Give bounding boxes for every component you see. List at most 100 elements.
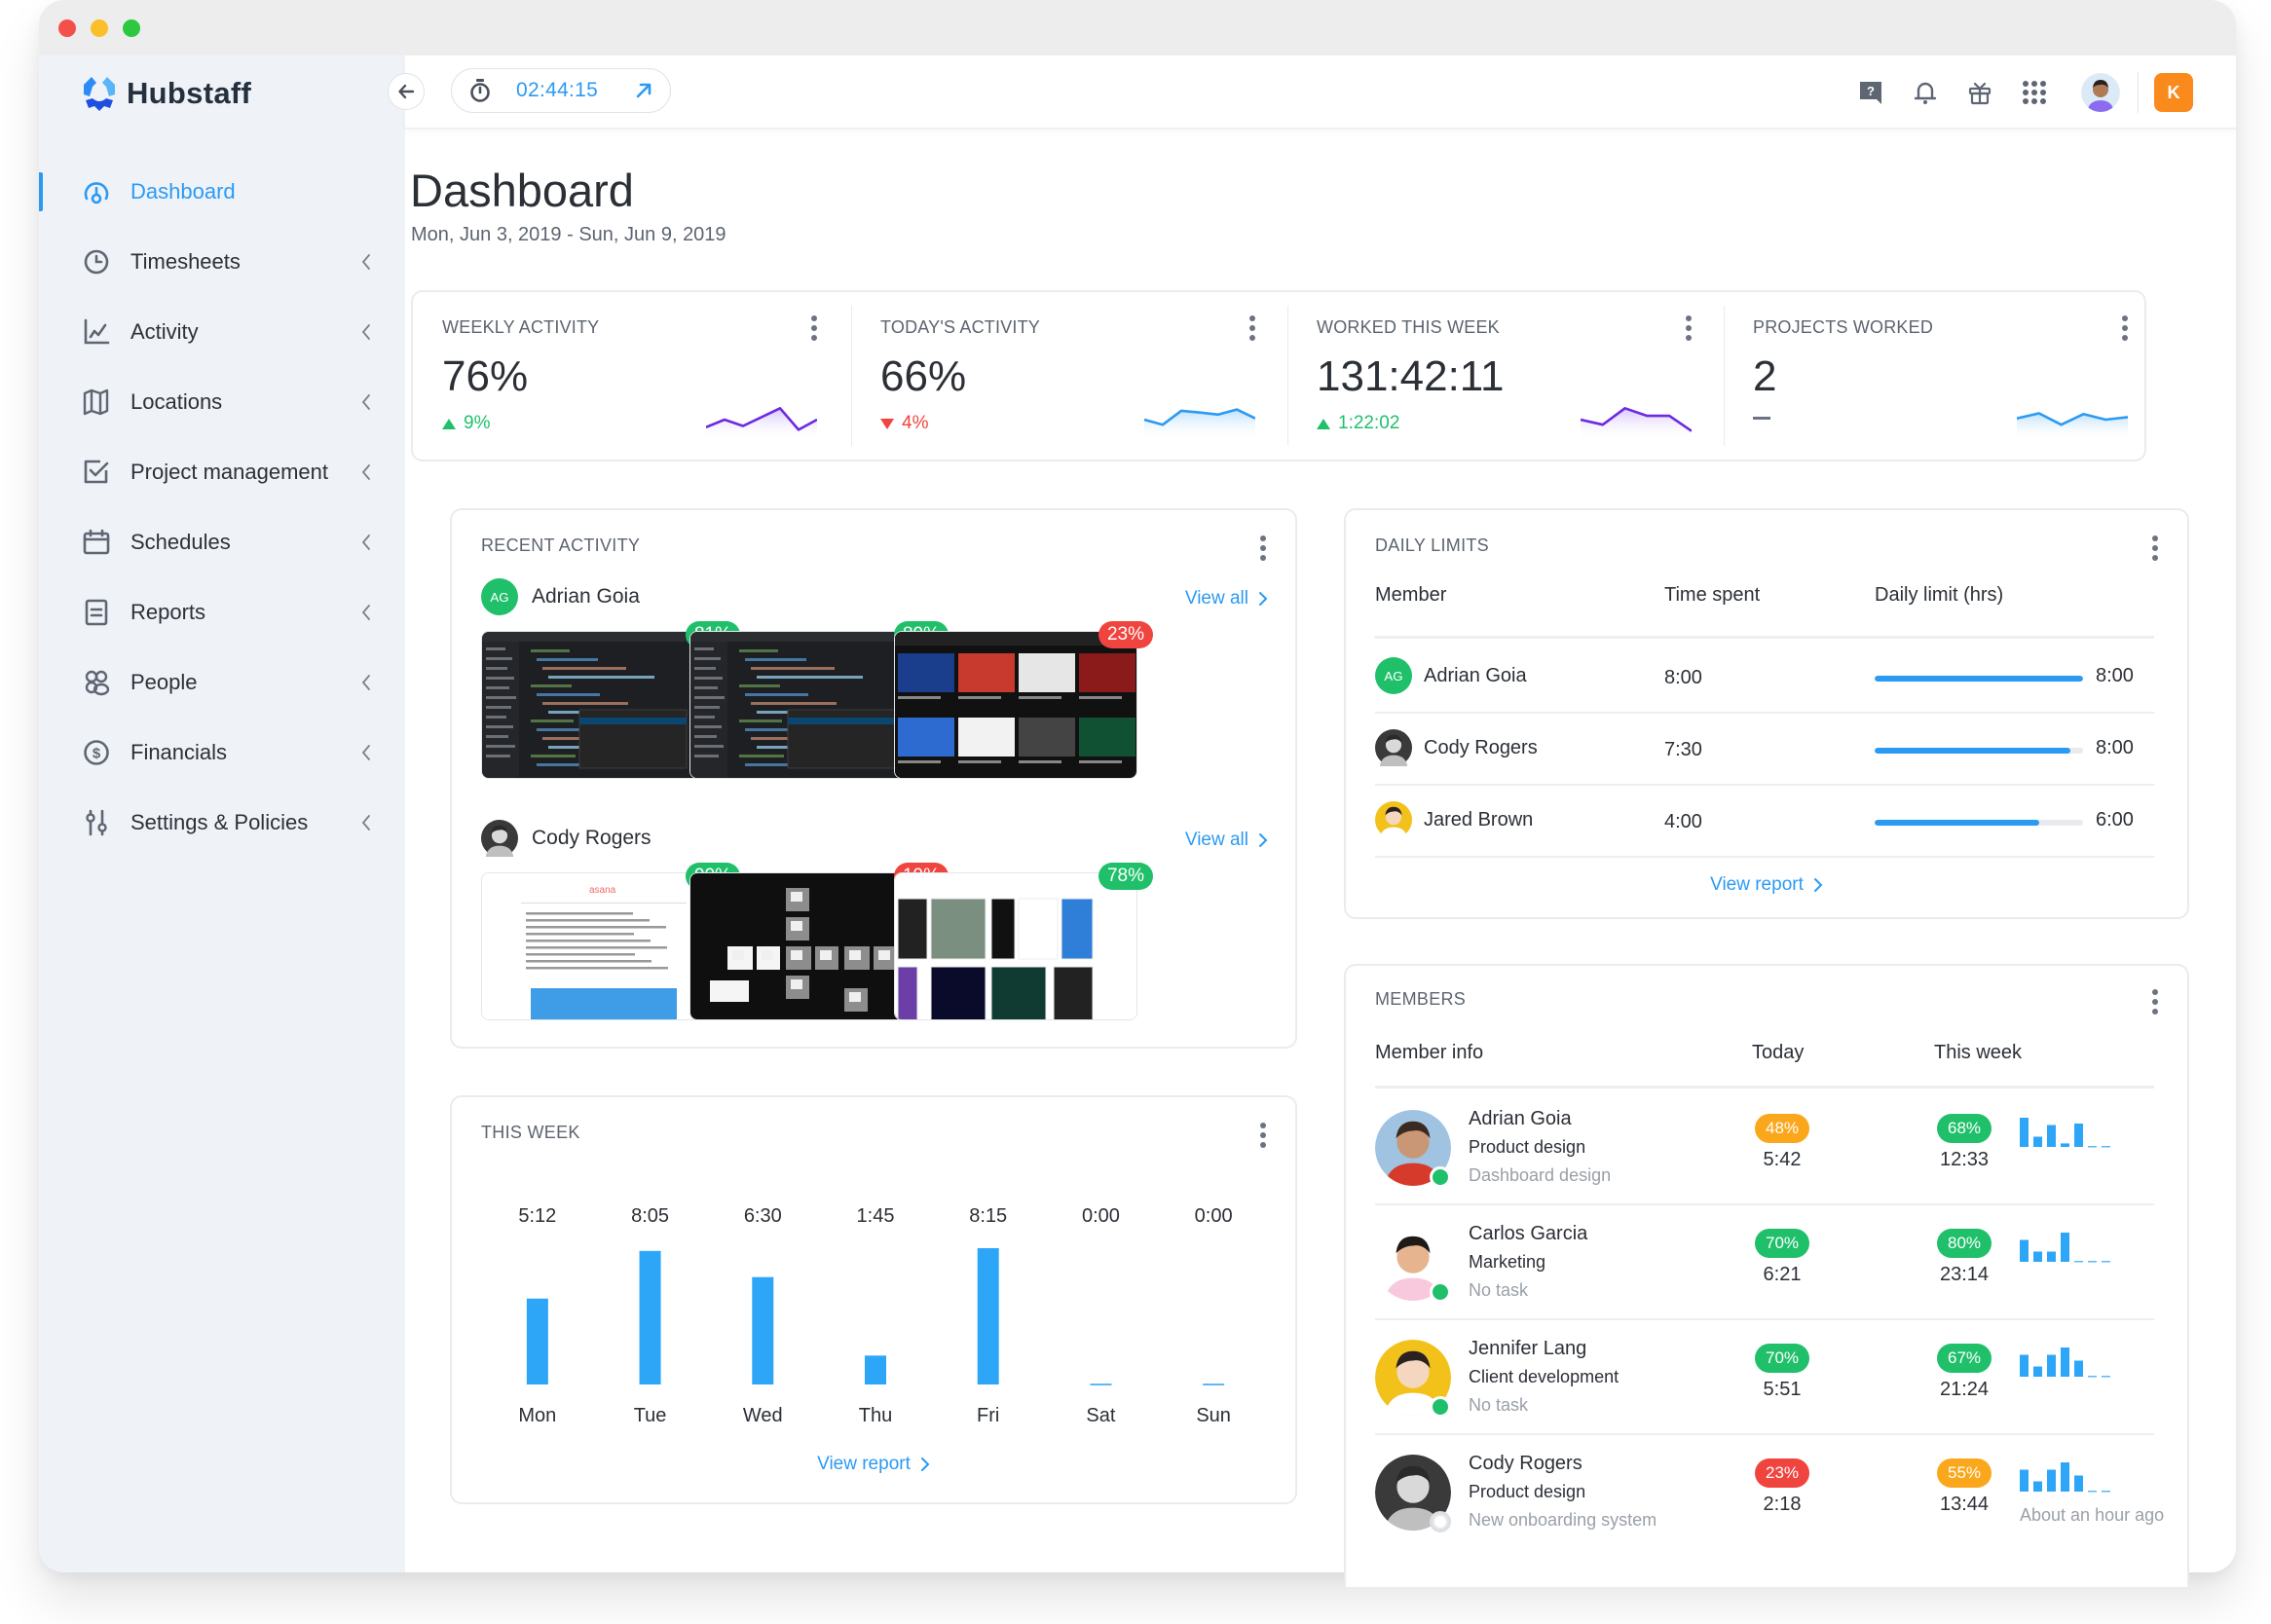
stat-label: PROJECTS WORKED xyxy=(1753,317,1934,337)
stat-label: TODAY'S ACTIVITY xyxy=(880,317,1041,337)
column-header-member-info: Member info xyxy=(1375,1042,1484,1063)
user-name: Cody Rogers xyxy=(532,827,652,849)
sidebar-item-timesheets[interactable]: Timesheets xyxy=(39,227,405,297)
notifications-button[interactable] xyxy=(1898,65,1953,120)
recent-activity-user[interactable]: Cody Rogers xyxy=(481,820,652,857)
member-row[interactable]: Adrian Goia Product design Dashboard desig… xyxy=(1375,1090,2154,1205)
member-info: Carlos Garcia Marketing No task xyxy=(1469,1223,1587,1306)
daily-limit-row[interactable]: AG Adrian Goia 8:00 8:00 xyxy=(1375,642,2154,714)
organization-switcher[interactable]: K xyxy=(2154,73,2193,112)
stat-menu-button[interactable] xyxy=(807,314,821,343)
chevron-left-icon xyxy=(361,675,370,690)
chevron-right-icon xyxy=(920,1458,930,1471)
stat-menu-button[interactable] xyxy=(1246,314,1259,343)
video-grid-screenshot-image xyxy=(895,632,1136,778)
bar-wed[interactable] xyxy=(752,1276,774,1384)
members-table-header: Member info Today This week xyxy=(1375,1042,2154,1089)
expand-submenu-button[interactable] xyxy=(354,599,378,626)
map-icon xyxy=(83,388,109,416)
top-header: 02:44:15 ? K xyxy=(388,55,2236,129)
time-spent: 8:00 xyxy=(1664,667,1702,688)
brand-logo[interactable]: Hubstaff xyxy=(82,75,251,112)
mini-bar xyxy=(2047,1354,2056,1377)
member-row[interactable]: Jennifer Lang Client development No task 70… xyxy=(1375,1320,2154,1435)
sidebar-item-dashboard[interactable]: Dashboard xyxy=(39,157,405,227)
screenshot-thumbnail[interactable] xyxy=(894,872,1137,1020)
expand-submenu-button[interactable] xyxy=(354,459,378,486)
bar-value-label: 0:00 xyxy=(1195,1205,1233,1227)
collapse-sidebar-button[interactable] xyxy=(388,73,425,110)
open-timer-button[interactable] xyxy=(635,82,652,99)
expand-submenu-button[interactable] xyxy=(354,669,378,696)
sparkline-area xyxy=(2017,413,2128,440)
daily-limit-row[interactable]: Jared Brown 4:00 6:00 xyxy=(1375,786,2154,858)
maximize-window-button[interactable] xyxy=(123,19,140,37)
weekly-mini-bar-chart xyxy=(2020,1347,2110,1378)
sidebar-item-financials[interactable]: $ Financials xyxy=(39,718,405,788)
member-row[interactable]: Cody Rogers Product design New onboarding … xyxy=(1375,1435,2164,1550)
sidebar-item-locations[interactable]: Locations xyxy=(39,367,405,437)
user-avatar[interactable] xyxy=(2081,73,2120,112)
screenshot-thumbnail[interactable]: asana xyxy=(481,872,725,1020)
recent-activity-user[interactable]: AG Adrian Goia xyxy=(481,578,640,615)
stat-menu-button[interactable] xyxy=(2118,314,2132,343)
daily-limit-value: 8:00 xyxy=(2096,737,2134,758)
today-time: 2:18 xyxy=(1763,1494,1802,1515)
mini-bar xyxy=(2047,1251,2056,1262)
sidebar-item-settings-policies[interactable]: Settings & Policies xyxy=(39,788,405,858)
mini-bar xyxy=(2061,1143,2069,1147)
expand-submenu-button[interactable] xyxy=(354,739,378,766)
this-week-menu-button[interactable] xyxy=(1256,1121,1270,1150)
bar-mon[interactable] xyxy=(526,1298,548,1384)
help-button[interactable]: ? xyxy=(1843,65,1898,120)
sliders-icon xyxy=(86,809,107,836)
sidebar-item-reports[interactable]: Reports xyxy=(39,577,405,647)
daily-limits-view-report-link[interactable]: View report xyxy=(1346,874,2187,896)
timer-widget[interactable]: 02:44:15 xyxy=(451,68,671,113)
stat-menu-button[interactable] xyxy=(1682,314,1695,343)
member-name: Jared Brown xyxy=(1424,808,1534,830)
screenshot-thumbnail[interactable] xyxy=(894,631,1137,779)
sidebar-item-project-management[interactable]: Project management xyxy=(39,437,405,507)
expand-submenu-button[interactable] xyxy=(354,809,378,836)
this-week-title: THIS WEEK xyxy=(481,1123,580,1142)
this-week-view-report-link[interactable]: View report xyxy=(817,1454,930,1475)
gift-button[interactable] xyxy=(1953,65,2007,120)
header-divider xyxy=(2138,72,2139,113)
stat-delta: 1:22:02 xyxy=(1317,413,1399,434)
limit-progress-bar xyxy=(1875,820,2083,826)
daily-limit-row[interactable]: Cody Rogers 7:30 8:00 xyxy=(1375,714,2154,786)
mini-bar xyxy=(2020,1239,2029,1262)
report-icon xyxy=(85,599,108,626)
daily-limits-menu-button[interactable] xyxy=(2148,534,2162,563)
recent-activity-menu-button[interactable] xyxy=(1256,534,1270,563)
x-tick-label: Sat xyxy=(1086,1405,1115,1426)
close-window-button[interactable] xyxy=(58,19,76,37)
sidebar-item-people[interactable]: People xyxy=(39,647,405,718)
title-bar xyxy=(39,0,2236,55)
chevron-left-icon xyxy=(361,254,370,270)
member-row[interactable]: Carlos Garcia Marketing No task 70% 6:21 80% 2… xyxy=(1375,1205,2154,1320)
week-time: 12:33 xyxy=(1939,1149,1990,1170)
members-menu-button[interactable] xyxy=(2148,987,2162,1016)
bar-tue[interactable] xyxy=(639,1250,661,1384)
header-actions: ? K xyxy=(1843,55,2236,129)
expand-submenu-button[interactable] xyxy=(354,318,378,346)
help-icon: ? xyxy=(1860,82,1881,104)
view-all-link[interactable]: View all xyxy=(1185,588,1268,609)
view-all-label: View all xyxy=(1184,830,1248,850)
expand-submenu-button[interactable] xyxy=(354,388,378,416)
minimize-window-button[interactable] xyxy=(91,19,108,37)
mini-bar xyxy=(2074,1360,2083,1377)
svg-text:asana: asana xyxy=(589,885,616,896)
bar-fri[interactable] xyxy=(977,1248,999,1384)
bar-value-label: 5:12 xyxy=(518,1205,556,1227)
expand-submenu-button[interactable] xyxy=(354,529,378,556)
sidebar-item-activity[interactable]: Activity xyxy=(39,297,405,367)
sidebar-item-schedules[interactable]: Schedules xyxy=(39,507,405,577)
bar-thu[interactable] xyxy=(865,1355,886,1384)
expand-submenu-button[interactable] xyxy=(354,248,378,276)
screenshot-thumbnail[interactable] xyxy=(481,631,725,779)
view-all-link[interactable]: View all xyxy=(1185,830,1268,851)
apps-button[interactable] xyxy=(2007,65,2062,120)
